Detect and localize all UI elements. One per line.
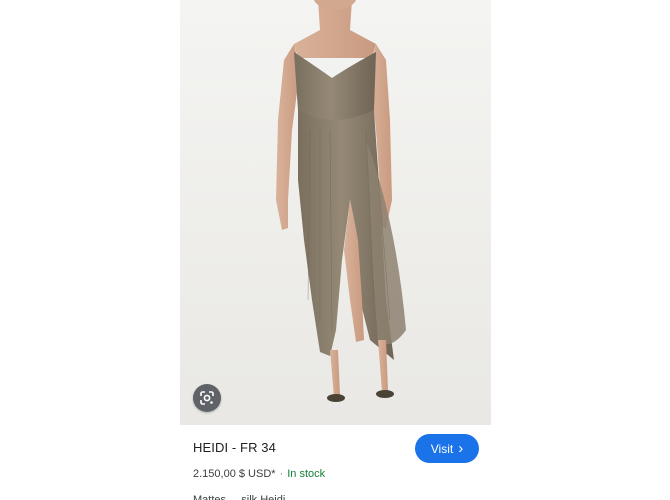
product-title: HEIDI - FR 34: [193, 440, 276, 455]
google-lens-icon: [200, 391, 214, 405]
product-description-cut: Mattes ... silk Heidi ...: [193, 494, 298, 500]
shopping-result-card: HEIDI - FR 34 Visit › 2.150,00 $ USD* · In…: [0, 0, 670, 500]
stock-status: In stock: [287, 468, 326, 480]
visit-button[interactable]: Visit ›: [415, 434, 479, 463]
visit-button-label: Visit: [430, 441, 454, 456]
price-row: 2.150,00 $ USD* · In stock: [193, 468, 325, 480]
lens-search-button[interactable]: [193, 384, 221, 412]
dress-photo: [180, 0, 491, 425]
product-image[interactable]: [180, 0, 491, 425]
separator-dot: ·: [279, 468, 284, 480]
chevron-right-icon: ›: [458, 439, 464, 457]
product-price: 2.150,00 $ USD*: [193, 468, 276, 480]
